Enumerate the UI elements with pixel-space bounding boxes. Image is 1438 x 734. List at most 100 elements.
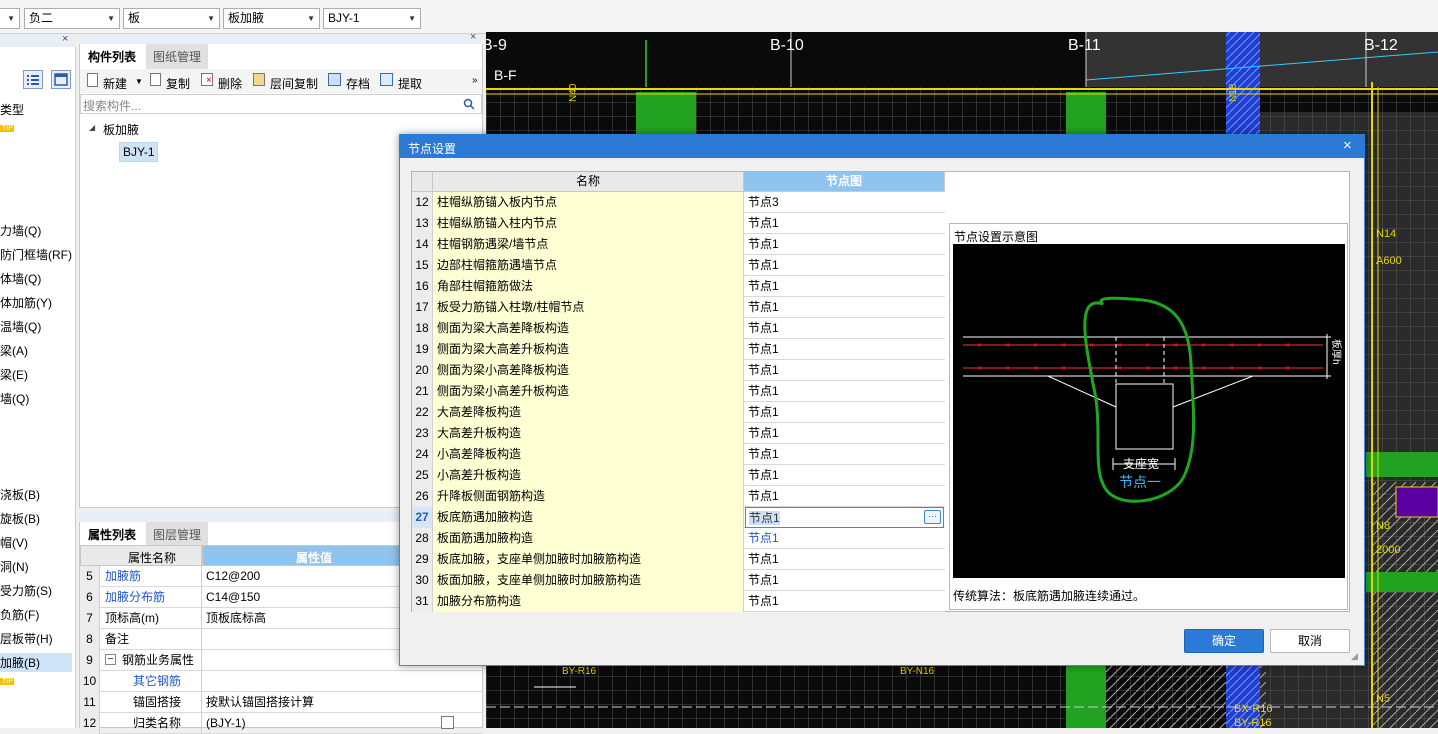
property-value[interactable]: C12@200 xyxy=(206,566,426,587)
node-row-value[interactable]: 节点1 xyxy=(745,339,944,360)
node-row-value[interactable]: 节点1 xyxy=(745,234,944,255)
chevron-down-icon[interactable]: ▼ xyxy=(135,77,143,86)
left-nav-item[interactable]: 体加筋(Y) xyxy=(0,294,52,311)
node-row-value[interactable]: 节点1 xyxy=(745,486,944,507)
list-view-icon[interactable] xyxy=(23,70,43,89)
left-nav-item[interactable]: 防门框墙(RF) xyxy=(0,246,72,263)
property-value[interactable] xyxy=(206,629,426,650)
node-table-row[interactable]: 26 升降板侧面钢筋构造 节点1 xyxy=(412,486,945,507)
node-row-value[interactable]: 节点3 xyxy=(745,192,944,213)
dropdown-1[interactable]: ▼ xyxy=(0,8,20,29)
node-table-row[interactable]: 14 柱帽钢筋遇梁/墙节点 节点1 xyxy=(412,234,945,255)
node-row-value[interactable]: 节点1 xyxy=(745,276,944,297)
floor-dropdown[interactable]: 负二 ▼ xyxy=(24,8,120,29)
left-nav-item[interactable]: 洞(N) xyxy=(0,558,29,575)
left-nav-item[interactable]: 帽(V) xyxy=(0,534,28,551)
tree-root[interactable]: 板加腋 xyxy=(103,121,139,138)
detail-view-icon[interactable] xyxy=(51,70,71,89)
property-row[interactable]: 12 归类名称 (BJY-1) xyxy=(80,713,483,734)
node-table-row[interactable]: 19 侧面为梁大高差升板构造 节点1 xyxy=(412,339,945,360)
component-dropdown[interactable]: BJY-1 ▼ xyxy=(323,8,421,29)
floor-copy-button[interactable]: 层间复制 xyxy=(270,75,318,92)
node-row-value[interactable]: 节点1 ··· xyxy=(745,507,944,528)
extract-button[interactable]: 提取 xyxy=(398,75,422,92)
node-row-value[interactable]: 节点1 xyxy=(745,360,944,381)
property-row[interactable]: 11 锚固搭接 按默认锚固搭接计算 xyxy=(80,692,483,713)
node-table-row[interactable]: 23 大高差升板构造 节点1 xyxy=(412,423,945,444)
subtype-dropdown[interactable]: 板加腋 ▼ xyxy=(223,8,320,29)
left-nav-item[interactable]: 体墙(Q) xyxy=(0,270,41,287)
ok-button[interactable]: 确定 xyxy=(1184,629,1264,653)
property-value[interactable]: (BJY-1) xyxy=(206,713,426,734)
node-row-value[interactable]: 节点1 xyxy=(745,255,944,276)
node-table-row[interactable]: 21 侧面为梁小高差升板构造 节点1 xyxy=(412,381,945,402)
left-nav-item[interactable]: 温墙(Q) xyxy=(0,318,41,335)
type-dropdown[interactable]: 板 ▼ xyxy=(123,8,220,29)
node-row-value[interactable]: 节点1 xyxy=(745,381,944,402)
left-nav-item[interactable]: 负筋(F) xyxy=(0,606,39,623)
node-table-row[interactable]: 22 大高差降板构造 节点1 xyxy=(412,402,945,423)
collapse-icon[interactable]: − xyxy=(105,654,116,665)
node-row-value[interactable]: 节点1 xyxy=(745,213,944,234)
left-nav-item[interactable]: 墙(Q) xyxy=(0,390,29,407)
node-row-value[interactable]: 节点1 xyxy=(745,318,944,339)
checkbox[interactable] xyxy=(441,716,454,729)
node-table-row[interactable]: 18 侧面为梁大高差降板构造 节点1 xyxy=(412,318,945,339)
node-row-value[interactable]: 节点1 xyxy=(745,570,944,591)
node-table-row[interactable]: 29 板底加腋，支座单侧加腋时加腋筋构造 节点1 xyxy=(412,549,945,570)
node-row-value[interactable]: 节点1 xyxy=(745,591,944,612)
tab-property-list[interactable]: 属性列表 xyxy=(81,522,144,547)
left-nav-item[interactable]: 受力筋(S) xyxy=(0,582,52,599)
node-row-value[interactable]: 节点1 xyxy=(745,465,944,486)
archive-button[interactable]: 存档 xyxy=(346,75,370,92)
node-row-value[interactable]: 节点1 xyxy=(745,444,944,465)
resize-grip-icon[interactable]: ◢ xyxy=(1351,651,1358,662)
node-row-value[interactable]: 节点1 xyxy=(745,402,944,423)
property-row[interactable]: 10 其它钢筋 xyxy=(80,671,483,692)
tree-expand-icon[interactable]: ◢ xyxy=(89,123,95,132)
property-value[interactable]: 顶板底标高 xyxy=(206,608,426,629)
node-table-row[interactable]: 13 柱帽纵筋锚入柱内节点 节点1 xyxy=(412,213,945,234)
node-table-row[interactable]: 28 板面筋遇加腋构造 节点1 xyxy=(412,528,945,549)
left-nav-item[interactable]: 旋板(B) xyxy=(0,510,40,527)
copy-button[interactable]: 复制 xyxy=(166,75,190,92)
left-nav-item[interactable]: 力墙(Q) xyxy=(0,222,41,239)
search-icon[interactable] xyxy=(463,98,475,113)
left-nav-item[interactable]: 梁(E) xyxy=(0,366,28,383)
close-icon[interactable]: × xyxy=(62,33,68,45)
node-table-row[interactable]: 27 板底筋遇加腋构造 节点1 ··· xyxy=(412,507,945,528)
delete-button[interactable]: 删除 xyxy=(218,75,242,92)
node-table-row[interactable]: 16 角部柱帽箍筋做法 节点1 xyxy=(412,276,945,297)
property-value[interactable]: 按默认锚固搭接计算 xyxy=(206,692,426,713)
node-row-value[interactable]: 节点1 xyxy=(745,297,944,318)
node-table-row[interactable]: 20 侧面为梁小高差降板构造 节点1 xyxy=(412,360,945,381)
left-nav-item[interactable]: 加腋(B) xyxy=(0,653,72,672)
node-table-row[interactable]: 31 加腋分布筋构造 节点1 xyxy=(412,591,945,612)
tab-layer-management[interactable]: 图层管理 xyxy=(146,522,209,547)
node-table-row[interactable]: 24 小高差降板构造 节点1 xyxy=(412,444,945,465)
node-table-row[interactable]: 12 柱帽纵筋锚入板内节点 节点3 xyxy=(412,192,945,213)
left-nav-item[interactable]: 层板带(H) xyxy=(0,630,53,647)
tab-drawing-management[interactable]: 图纸管理 xyxy=(146,44,209,69)
property-value[interactable] xyxy=(206,671,426,692)
left-nav-item[interactable]: 类型 xyxy=(0,101,24,118)
property-value[interactable] xyxy=(206,650,426,671)
node-table-row[interactable]: 25 小高差升板构造 节点1 xyxy=(412,465,945,486)
node-row-value[interactable]: 节点1 xyxy=(745,549,944,570)
ellipsis-button[interactable]: ··· xyxy=(924,510,941,524)
cancel-button[interactable]: 取消 xyxy=(1270,629,1350,653)
left-nav-item[interactable]: 浇板(B) xyxy=(0,486,40,503)
node-row-value[interactable]: 节点1 xyxy=(745,528,944,549)
close-icon[interactable]: × xyxy=(1343,137,1352,154)
more-icon[interactable]: » xyxy=(472,75,478,86)
close-icon[interactable]: × xyxy=(470,31,476,43)
left-nav-item[interactable]: 梁(A) xyxy=(0,342,28,359)
property-value[interactable]: C14@150 xyxy=(206,587,426,608)
node-table-row[interactable]: 17 板受力筋锚入柱墩/柱帽节点 节点1 xyxy=(412,297,945,318)
node-table-row[interactable]: 30 板面加腋，支座单侧加腋时加腋筋构造 节点1 xyxy=(412,570,945,591)
new-button[interactable]: 新建 xyxy=(103,75,127,92)
node-table-row[interactable]: 15 边部柱帽箍筋遇墙节点 节点1 xyxy=(412,255,945,276)
tab-component-list[interactable]: 构件列表 xyxy=(81,44,144,71)
tree-child[interactable]: BJY-1 xyxy=(123,145,155,159)
node-row-value[interactable]: 节点1 xyxy=(745,423,944,444)
